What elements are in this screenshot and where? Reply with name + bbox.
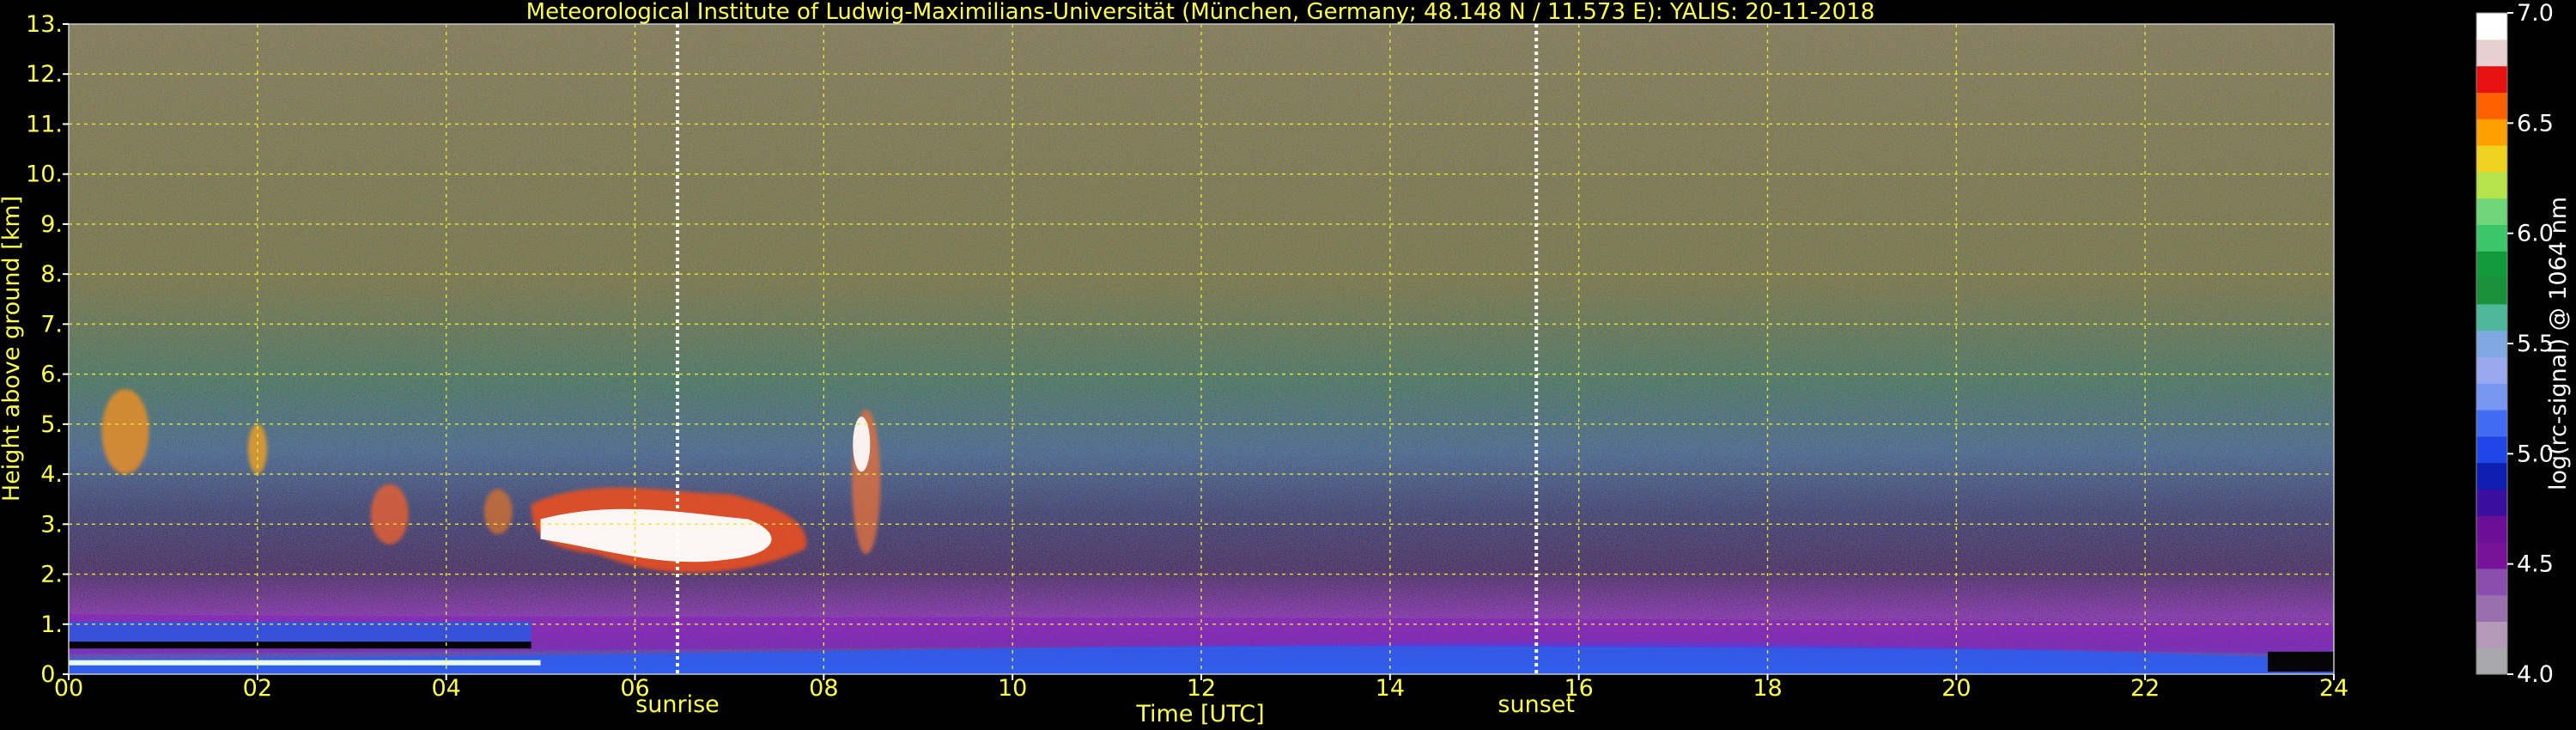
colorbar-segment [2476,462,2507,490]
y-tick-label: 10. [26,161,63,188]
colorbar-segment [2476,356,2507,384]
cloud-patch [370,484,409,544]
y-tick-label: 0. [40,661,63,688]
colorbar-segment [2476,171,2507,199]
x-tick-label: 06 [620,675,649,702]
colorbar-segment [2476,145,2507,173]
colorbar-segment [2476,515,2507,543]
colorbar-segment [2476,92,2507,119]
colorbar-segment [2476,303,2507,332]
colorbar-segment [2476,277,2507,305]
y-axis-label: Height above ground [km] [0,196,25,502]
x-tick-label: 16 [1564,675,1593,702]
colorbar-segment [2476,224,2507,252]
x-tick-label: 14 [1376,675,1405,702]
lidar-quicklook-chart: sunrise sunset 00 02 04 06 08 10 12 14 16 18 20 22 24… [0,0,2572,727]
y-tick-label: 1. [40,611,63,638]
colorbar-segment [2476,648,2507,675]
colorbar-segment [2476,251,2507,278]
cloud-patch [483,489,513,534]
colorbar: 4.04.55.05.56.06.57.0 [2476,0,2554,688]
y-tick-label: 4. [40,461,63,488]
colorbar-tick-label: 4.5 [2517,551,2554,578]
x-axis-label: Time [UTC] [1135,701,1264,727]
colorbar-tick-label: 6.5 [2517,110,2554,137]
y-axis-ticks: 0. 1. 2. 3. 4. 5. 6. 7. 8. 9. 10. 11. 12. 13. [26,11,69,688]
colorbar-segment [2476,383,2507,411]
colorbar-segment [2476,568,2507,596]
y-tick-label: 8. [40,261,63,288]
colorbar-segment [2476,198,2507,225]
colorbar-label: log(rc-signal) @ 1064 nm [2545,197,2572,490]
colorbar-tick-label: 7.0 [2517,0,2554,27]
y-tick-label: 12. [26,61,63,88]
x-tick-label: 10 [998,675,1027,702]
y-tick-label: 13. [26,11,63,38]
x-tick-label: 24 [2319,675,2348,702]
x-tick-label: 04 [431,675,460,702]
x-tick-label: 22 [2130,675,2160,702]
cloud-patch [101,389,149,475]
colorbar-segment [2476,330,2507,357]
colorbar-segment [2476,13,2507,40]
x-tick-label: 20 [1941,675,1971,702]
gap-band [69,642,532,649]
y-tick-label: 5. [40,411,63,438]
y-tick-label: 2. [40,562,63,588]
colorbar-segment [2476,410,2507,437]
x-tick-label: 08 [809,675,838,702]
colorbar-tick-label: 4.0 [2517,661,2554,688]
colorbar-segment [2476,594,2507,622]
y-tick-label: 11. [26,111,63,137]
y-tick-label: 9. [40,211,63,238]
y-tick-label: 7. [40,311,63,338]
colorbar-segment [2476,435,2507,464]
colorbar-segment [2476,119,2507,146]
colorbar-segment [2476,65,2507,93]
colorbar-segment [2476,542,2507,569]
late-gap-band [2268,651,2334,672]
y-tick-label: 6. [40,362,63,388]
x-tick-label: 02 [243,675,272,702]
x-tick-label: 12 [1187,675,1216,702]
colorbar-segment [2476,621,2507,648]
chart-title: Meteorological Institute of Ludwig-Maxim… [526,0,1875,25]
colorbar-segment [2476,39,2507,67]
x-tick-label: 18 [1753,675,1782,702]
x-axis-ticks: 00 02 04 06 08 10 12 14 16 18 20 22 24 [54,674,2348,702]
y-tick-label: 3. [40,511,63,538]
surface-strip [69,660,541,666]
cloud-core-small [853,417,871,472]
colorbar-segment [2476,489,2507,516]
